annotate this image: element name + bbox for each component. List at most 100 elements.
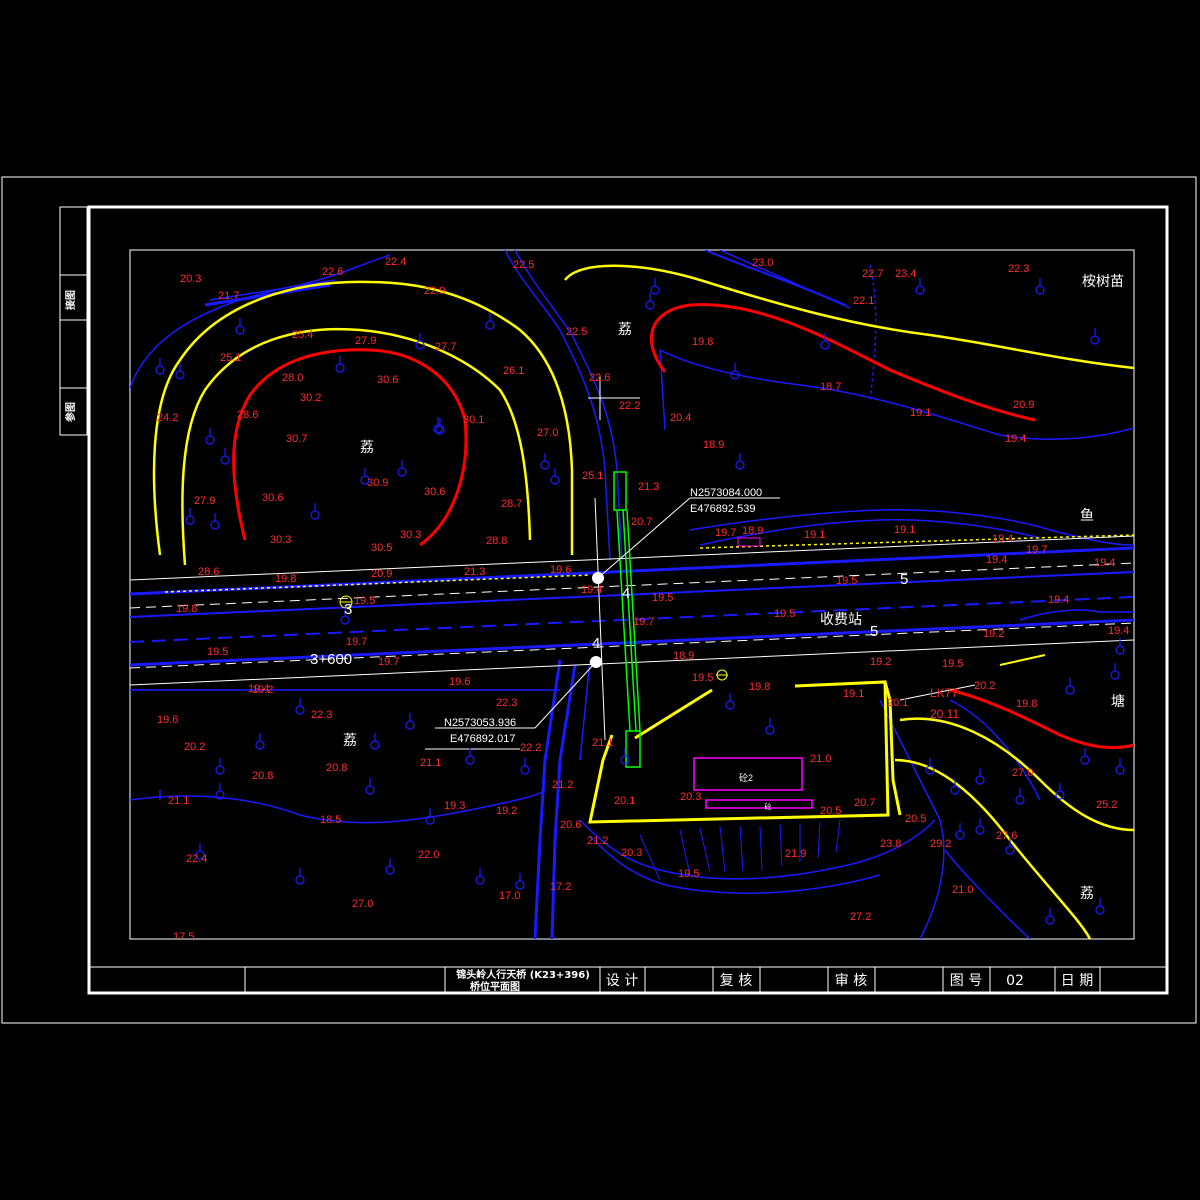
elevation-label: 18.5	[320, 814, 341, 826]
tree-icon	[1115, 645, 1125, 655]
elevation-label: 22.3	[1008, 263, 1029, 275]
elevation-label: 28.6	[237, 409, 258, 421]
toll-station-fence	[639, 819, 841, 881]
elevation-label: 20.8	[326, 762, 347, 774]
tree-icon	[1065, 685, 1075, 695]
elevation-label: 30.7	[286, 433, 307, 445]
elevation-label: 27.0	[352, 898, 373, 910]
elevation-label: 19.7	[378, 656, 399, 668]
elevation-label: 22.2	[619, 400, 640, 412]
building-sublabel: 砼	[765, 802, 772, 811]
elevation-label: 30.6	[424, 486, 445, 498]
station-mark-5a: 5	[900, 571, 908, 588]
elevation-label: 19.7	[1026, 544, 1047, 556]
tree-icon	[1110, 670, 1120, 680]
coord-south-e: E476892.017	[450, 733, 515, 745]
elevation-label: 20.5	[905, 813, 926, 825]
elevation-label: 21.7	[218, 290, 239, 302]
elevation-label: 21.9	[785, 848, 806, 860]
design-label: 设 计	[606, 973, 638, 989]
elevation-label: 19.2	[496, 805, 517, 817]
map-drawing: 接图 参图 砼2 砼 20.322.622.4 22.5 23.022.7 23…	[1, 176, 1197, 1024]
elevation-label: 21.1	[168, 795, 189, 807]
elevation-label: 30.5	[371, 542, 392, 554]
label-eucalyptus-seedlings: 桉树苗	[1082, 274, 1124, 290]
elevation-label: 22.2	[520, 742, 541, 754]
elevation-label: 20.7	[631, 516, 652, 528]
elevation-label: 19.8	[176, 603, 197, 615]
elevation-label: 22.4	[186, 853, 207, 865]
coord-north-n: N2573084.000	[690, 487, 762, 499]
elevation-label: 19.3	[444, 800, 465, 812]
elevation-label: 19.7	[715, 527, 736, 539]
elevation-label: 27.7	[435, 341, 456, 353]
elevation-label: 22.4	[385, 256, 406, 268]
elevation-label: 20.2	[974, 680, 995, 692]
elevation-label: 21.3	[638, 481, 659, 493]
elevation-label: 25.4	[292, 329, 313, 341]
elevation-label: 20.5	[820, 805, 841, 817]
elevation-label: 27.0	[537, 427, 558, 439]
elevation-label: 19.8	[692, 336, 713, 348]
elevation-label: 20.9	[1013, 399, 1034, 411]
elevation-label: 30.3	[270, 534, 291, 546]
elevation-label: 20.1	[614, 795, 635, 807]
station-mark-5b: 5	[870, 623, 878, 640]
elevation-label: 28.7	[501, 498, 522, 510]
elevation-label: 22.9	[424, 285, 445, 297]
tree-icon	[370, 740, 380, 750]
elevation-label: 19.8	[749, 681, 770, 693]
elevation-label: 25.1	[582, 470, 603, 482]
tree-icon	[1095, 905, 1105, 915]
elevation-label: 19.5	[207, 646, 228, 658]
elevation-label: 19.1	[910, 407, 931, 419]
drawing-title: 桥位平面图	[470, 980, 520, 993]
elevation-label: 19.5	[942, 658, 963, 670]
tree-icon	[955, 830, 965, 840]
elevation-label: 22.6	[589, 372, 610, 384]
drawing-number: 02	[1006, 973, 1024, 989]
elevation-label: 30.1	[463, 414, 484, 426]
label-lychee-hill: 荔	[360, 440, 374, 456]
elevation-label: 28.6	[198, 566, 219, 578]
elevation-label: 19.5	[774, 608, 795, 620]
tree-icon	[520, 765, 530, 775]
elevation-label: 19.2	[983, 628, 1004, 640]
tree-icon	[915, 285, 925, 295]
tree-icon	[1090, 335, 1100, 345]
tree-icon	[950, 785, 960, 795]
elevation-label: 19.5	[678, 868, 699, 880]
tree-icon	[155, 365, 165, 375]
tree-icon	[1115, 765, 1125, 775]
tree-icon	[620, 755, 630, 765]
coord-north-e: E476892.539	[690, 503, 755, 515]
label-lychee-north: 荔	[618, 322, 632, 338]
check-label: 复 核	[720, 972, 752, 989]
elevation-label: 19.4	[1094, 557, 1115, 569]
elevation-label: 19.1	[894, 524, 915, 536]
elevation-label: 27.0	[1012, 767, 1033, 779]
elevation-label: 20.2	[184, 741, 205, 753]
elevation-label: 18.7	[820, 381, 841, 393]
tree-icon	[220, 455, 230, 465]
elevation-label: 20.3	[621, 847, 642, 859]
tree-icon	[645, 300, 655, 310]
elevation-label: 17.2	[550, 881, 571, 893]
side-strip-label-2: 参图	[64, 402, 77, 422]
elevation-label: 20.3	[180, 273, 201, 285]
elevation-label: 22.3	[496, 697, 517, 709]
elevation-label: 27.9	[355, 335, 376, 347]
side-strip-label-1: 接图	[64, 290, 77, 310]
elevation-label: 28.0	[282, 372, 303, 384]
lk-elevation: 20.11	[930, 707, 959, 721]
tree-icon	[650, 285, 660, 295]
elevation-label: 19.4	[581, 584, 602, 596]
tree-icon	[1005, 845, 1015, 855]
elevation-label: 30.6	[377, 374, 398, 386]
station-mark-3: 3	[344, 601, 352, 618]
building-label: 砼2	[739, 772, 753, 783]
elevation-label: 19.4	[986, 554, 1007, 566]
elevation-label: 19.5	[354, 595, 375, 607]
elevation-label: 18.9	[673, 650, 694, 662]
tree-icon	[820, 340, 830, 350]
